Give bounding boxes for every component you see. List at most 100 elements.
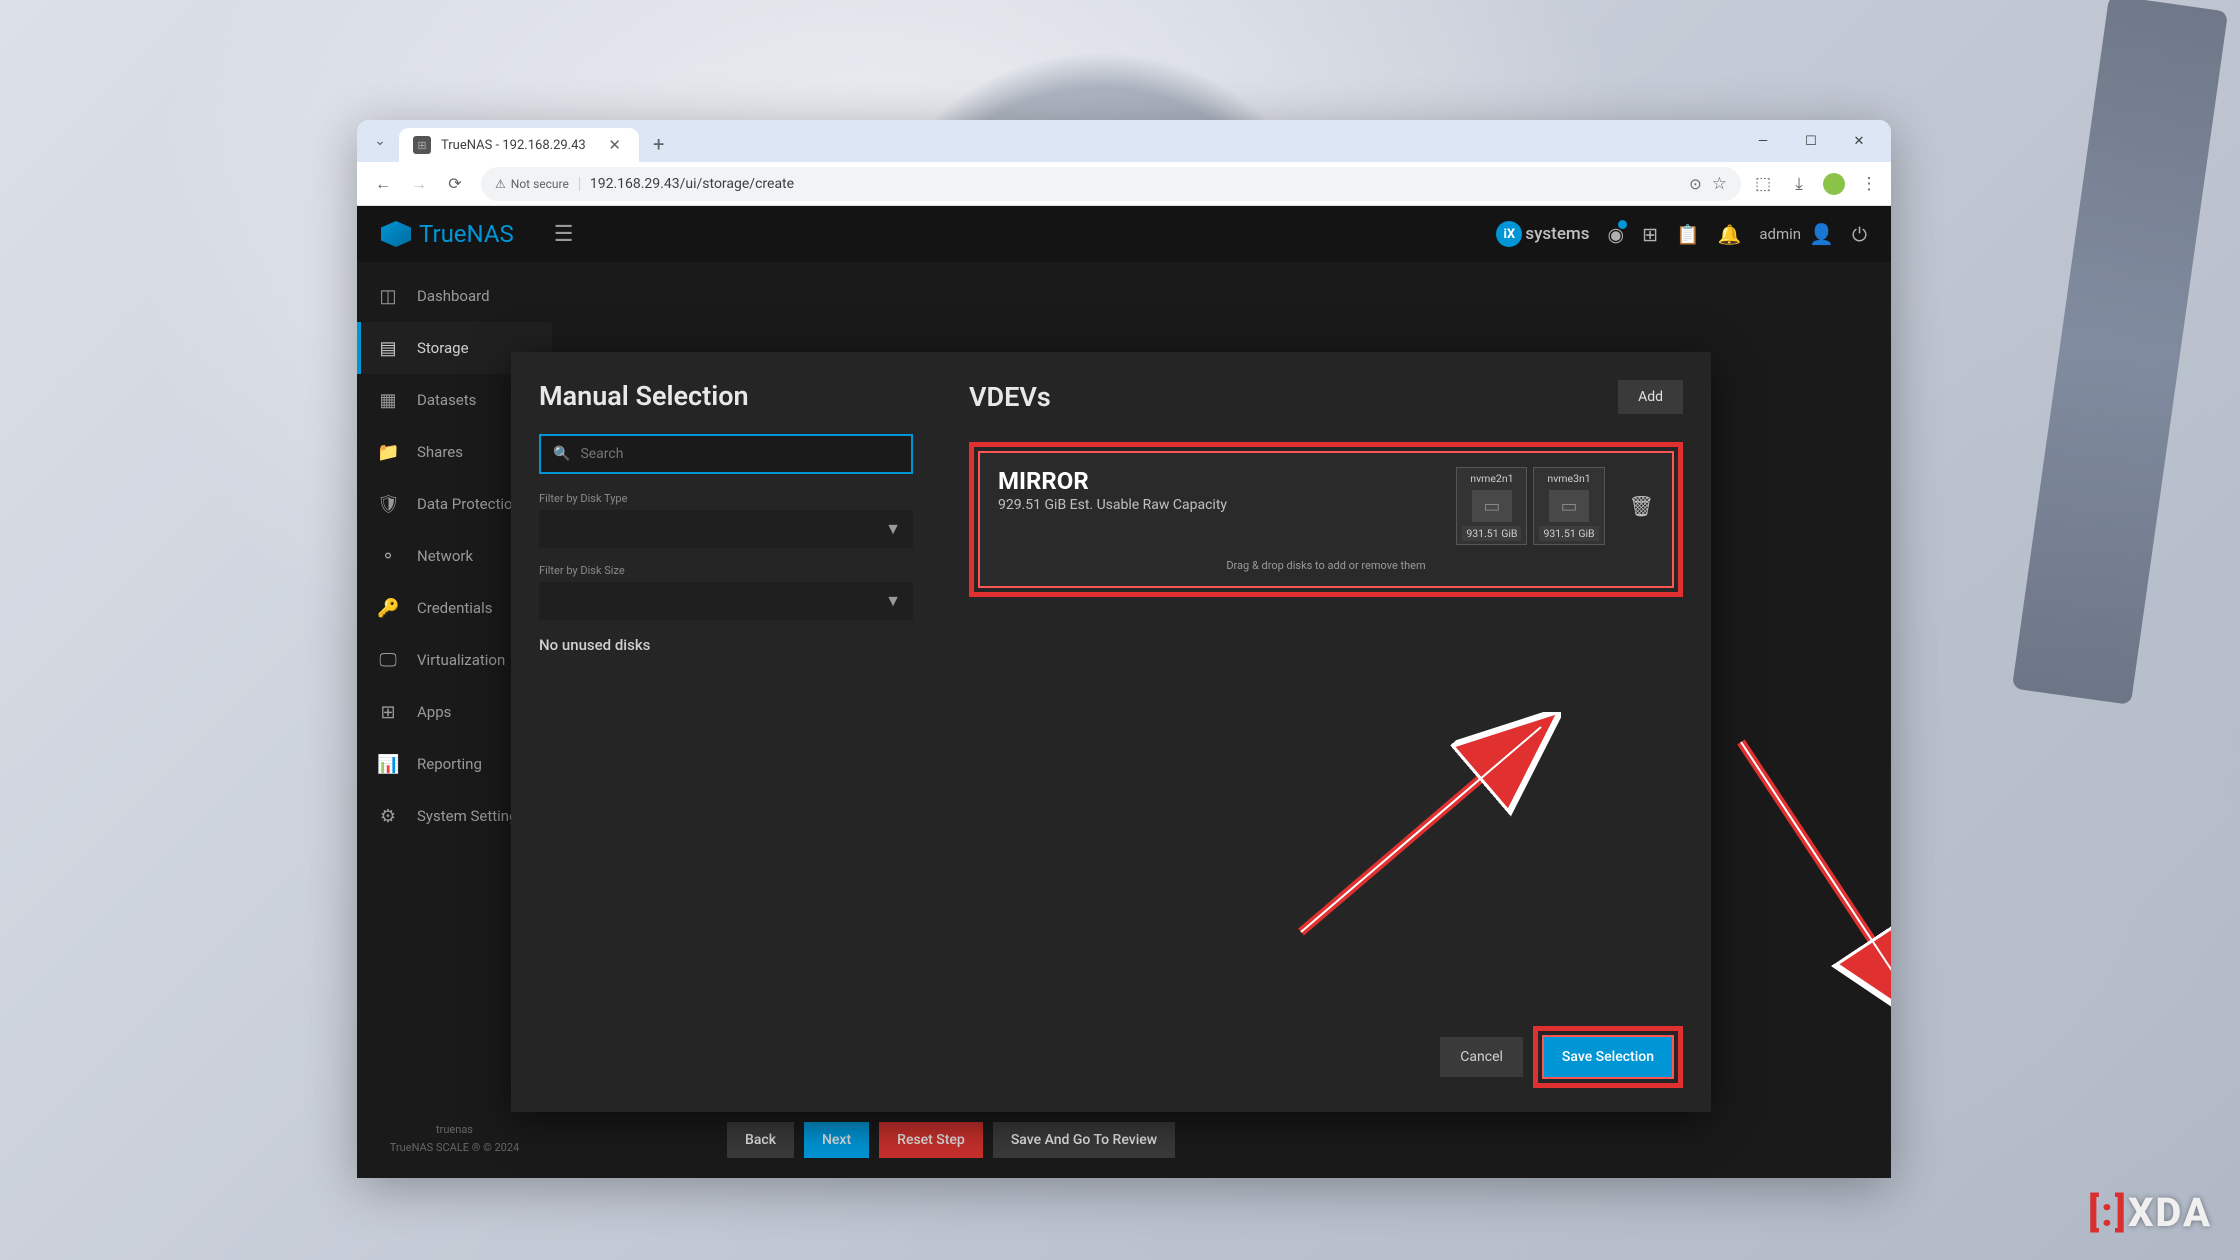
truenas-logo[interactable]: TrueNAS xyxy=(381,220,514,248)
watermark-text: XDA xyxy=(2128,1189,2212,1236)
alerts-bell-icon[interactable]: 🔔 xyxy=(1718,223,1742,246)
jobs-icon[interactable]: ⊞ xyxy=(1642,223,1658,246)
watermark-bracket: [:] xyxy=(2088,1189,2128,1236)
sidebar-item-label: Credentials xyxy=(417,599,492,617)
copyright-label: TrueNAS SCALE ® © 2024 xyxy=(357,1139,552,1158)
brand-text: TrueNAS xyxy=(419,220,514,248)
downloads-icon[interactable]: ⤓ xyxy=(1787,172,1811,196)
sidebar-item-label: Data Protection xyxy=(417,495,521,513)
sidebar-item-label: Dashboard xyxy=(417,287,490,305)
address-bar[interactable]: ⚠ Not secure 192.168.29.43/ui/storage/cr… xyxy=(481,167,1741,201)
search-input[interactable] xyxy=(580,446,899,462)
hamburger-menu-icon[interactable]: ☰ xyxy=(554,222,574,247)
modal-left-panel: Manual Selection 🔍 Filter by Disk Type ▼… xyxy=(511,352,941,1112)
xda-watermark: [:]XDA xyxy=(2088,1189,2212,1236)
add-vdev-button[interactable]: Add xyxy=(1618,380,1683,414)
password-key-icon[interactable]: ⊙ xyxy=(1689,175,1702,193)
annotation-arrow xyxy=(1291,712,1561,942)
vdevs-title: VDEVs xyxy=(969,381,1051,413)
sidebar-item-label: Network xyxy=(417,547,473,565)
browser-tab-strip: ⌄ ⊞ TrueNAS - 192.168.29.43 ✕ + — ☐ ✕ xyxy=(357,120,1891,162)
sidebar-item-label: Storage xyxy=(417,339,469,357)
modal-right-panel: VDEVs Add MIRROR 929.51 GiB Est. Usable … xyxy=(941,352,1711,1112)
dashboard-icon: ◫ xyxy=(377,286,399,307)
vdev-capacity-label: 929.51 GiB Est. Usable Raw Capacity xyxy=(998,497,1442,513)
browser-tab[interactable]: ⊞ TrueNAS - 192.168.29.43 ✕ xyxy=(399,128,639,162)
search-box[interactable]: 🔍 xyxy=(539,434,913,474)
filter-type-select[interactable]: ▼ xyxy=(539,510,913,548)
user-menu[interactable]: admin 👤 xyxy=(1759,222,1834,246)
disk-icon: ▭ xyxy=(1472,490,1512,522)
key-icon: 🔑 xyxy=(377,598,399,619)
reset-step-button[interactable]: Reset Step xyxy=(879,1122,983,1158)
next-button[interactable]: Next xyxy=(804,1122,869,1158)
tab-title: TrueNAS - 192.168.29.43 xyxy=(441,138,594,153)
disk-icon: ▭ xyxy=(1549,490,1589,522)
maximize-button[interactable]: ☐ xyxy=(1787,123,1835,159)
hostname-label: truenas xyxy=(357,1121,552,1140)
sidebar-item-dashboard[interactable]: ◫ Dashboard xyxy=(357,270,552,322)
minimize-button[interactable]: — xyxy=(1739,123,1787,159)
tab-list-chevron[interactable]: ⌄ xyxy=(365,126,395,156)
browser-menu-icon[interactable]: ⋮ xyxy=(1857,172,1881,196)
manual-selection-title: Manual Selection xyxy=(539,380,913,412)
cancel-button[interactable]: Cancel xyxy=(1440,1037,1523,1077)
sidebar-footer: truenas TrueNAS SCALE ® © 2024 xyxy=(357,1121,552,1158)
browser-window: ⌄ ⊞ TrueNAS - 192.168.29.43 ✕ + — ☐ ✕ ← … xyxy=(357,120,1891,1178)
disk-chip[interactable]: nvme2n1 ▭ 931.51 GiB xyxy=(1456,467,1527,545)
disk-name: nvme3n1 xyxy=(1539,471,1598,486)
vdev-card[interactable]: MIRROR 929.51 GiB Est. Usable Raw Capaci… xyxy=(978,451,1674,588)
browser-toolbar: ← → ⟳ ⚠ Not secure 192.168.29.43/ui/stor… xyxy=(357,162,1891,206)
security-indicator[interactable]: ⚠ Not secure xyxy=(495,177,580,191)
new-tab-button[interactable]: + xyxy=(639,132,678,156)
power-icon[interactable]: ⏻ xyxy=(1852,223,1867,246)
sidebar-item-label: Datasets xyxy=(417,391,476,409)
chevron-down-icon: ▼ xyxy=(885,519,901,539)
sidebar-item-label: Reporting xyxy=(417,755,482,773)
disk-name: nvme2n1 xyxy=(1462,471,1521,486)
nav-back-button[interactable]: ← xyxy=(367,168,399,200)
disk-size: 931.51 GiB xyxy=(1462,526,1521,541)
sidebar-item-label: Shares xyxy=(417,443,463,461)
filter-size-label: Filter by Disk Size xyxy=(539,564,913,577)
url-text: 192.168.29.43/ui/storage/create xyxy=(590,176,1679,192)
shares-icon: 📁 xyxy=(377,442,399,463)
clipboard-icon[interactable]: 📋 xyxy=(1676,223,1700,246)
manual-selection-modal: Manual Selection 🔍 Filter by Disk Type ▼… xyxy=(511,352,1711,1112)
truenas-app: TrueNAS ☰ iX systems ◉ ⊞ 📋 🔔 admin 👤 ⏻ xyxy=(357,206,1891,1178)
nav-forward-button[interactable]: → xyxy=(403,168,435,200)
status-icon[interactable]: ◉ xyxy=(1607,223,1624,246)
app-header: TrueNAS ☰ iX systems ◉ ⊞ 📋 🔔 admin 👤 ⏻ xyxy=(357,206,1891,262)
save-go-review-button[interactable]: Save And Go To Review xyxy=(993,1122,1175,1158)
profile-avatar[interactable] xyxy=(1823,173,1845,195)
vdev-highlight-box: MIRROR 929.51 GiB Est. Usable Raw Capaci… xyxy=(969,442,1683,597)
user-avatar-icon: 👤 xyxy=(1809,222,1834,246)
filter-type-label: Filter by Disk Type xyxy=(539,492,913,505)
monitor-icon: 🖵 xyxy=(377,650,399,671)
delete-vdev-icon[interactable]: 🗑 xyxy=(1629,494,1654,518)
username-label: admin xyxy=(1759,225,1801,243)
gear-icon: ⚙ xyxy=(377,806,399,827)
save-selection-button[interactable]: Save Selection xyxy=(1542,1035,1674,1079)
vdev-type-label: MIRROR xyxy=(998,467,1442,495)
search-icon: 🔍 xyxy=(553,446,570,462)
annotation-arrow xyxy=(1731,732,1891,1022)
security-label: Not secure xyxy=(511,177,569,191)
shield-icon: 🛡 xyxy=(377,494,399,515)
datasets-icon: ▦ xyxy=(377,390,399,411)
back-button[interactable]: Back xyxy=(727,1122,794,1158)
close-window-button[interactable]: ✕ xyxy=(1835,123,1883,159)
disk-chip[interactable]: nvme3n1 ▭ 931.51 GiB xyxy=(1533,467,1604,545)
tab-close-icon[interactable]: ✕ xyxy=(604,134,625,156)
storage-icon: ▤ xyxy=(377,338,399,359)
bookmark-star-icon[interactable]: ☆ xyxy=(1712,174,1727,194)
extensions-icon[interactable]: ⬚ xyxy=(1751,172,1775,196)
reload-button[interactable]: ⟳ xyxy=(439,168,471,200)
chart-icon: 📊 xyxy=(377,754,399,775)
ixsystems-logo[interactable]: iX systems xyxy=(1496,221,1589,247)
network-icon: ⚬ xyxy=(377,546,399,567)
logo-icon xyxy=(381,221,411,247)
chevron-down-icon: ▼ xyxy=(885,591,901,611)
filter-size-select[interactable]: ▼ xyxy=(539,582,913,620)
drag-drop-hint: Drag & drop disks to add or remove them xyxy=(998,559,1654,572)
